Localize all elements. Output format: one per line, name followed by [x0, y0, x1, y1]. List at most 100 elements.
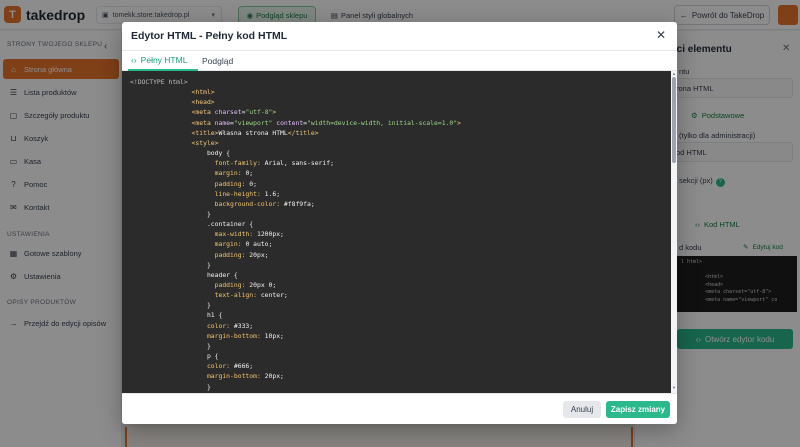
code-token: .container { [130, 220, 254, 229]
code-token: header { [130, 270, 238, 279]
modal-title: Edytor HTML - Pełny kod HTML [131, 30, 288, 42]
tab-preview[interactable]: Podgląd [202, 51, 242, 71]
code-line: margin: 0 auto; [130, 239, 273, 249]
code-line: } [130, 300, 211, 310]
code-line: margin: 0; [130, 168, 254, 178]
code-line: h1 { [130, 310, 222, 320]
code-token: 20px; [249, 250, 269, 259]
code-line: <meta charset="utf-8"> [130, 107, 277, 117]
code-token: > [457, 118, 461, 127]
code-token: margin: [130, 240, 246, 249]
code-line: <html> [130, 87, 215, 97]
code-token: padding: [130, 179, 250, 188]
code-line: header { [130, 270, 238, 280]
scrollbar-thumb[interactable] [672, 77, 676, 163]
code-line: text-align: center; [130, 290, 288, 300]
code-line: max-width: 1200px; [130, 229, 284, 239]
code-token: #666; [233, 362, 254, 371]
code-token: color: [130, 362, 234, 371]
code-token: color: [130, 321, 234, 330]
code-token: <html> [130, 88, 215, 97]
code-editor[interactable]: <!DOCTYPE html> <html> <head> <meta char… [122, 71, 671, 393]
editor-scrollbar[interactable]: ▲ ▼ [671, 71, 677, 393]
code-line: <style> [130, 138, 219, 148]
tab-full-html-label: Pełny HTML [140, 55, 188, 65]
code-line: } [130, 382, 211, 392]
code-token: h1 { [130, 311, 223, 320]
code-token: "viewport" [233, 118, 277, 127]
code-token: 0; [245, 169, 254, 178]
code-token: text-align: [130, 291, 261, 300]
modal-tabs: ‹› Pełny HTML Podgląd [122, 51, 677, 71]
code-token: charset [214, 108, 242, 117]
code-token: 1.6; [264, 189, 281, 198]
code-line: <meta name="viewport" content="width=dev… [130, 118, 461, 128]
code-token: 1200px; [256, 230, 284, 239]
code-token: } [130, 209, 211, 218]
code-line: margin-bottom: 20px; [130, 371, 284, 381]
code-token: <meta [130, 108, 215, 117]
code-line: <head> [130, 97, 215, 107]
code-line: } [130, 341, 211, 351]
html-editor-modal: Edytor HTML - Pełny kod HTML ✕ ‹› Pełny … [122, 22, 677, 424]
code-token: p { [130, 352, 219, 361]
code-token: line-height: [130, 189, 265, 198]
close-icon[interactable]: ✕ [656, 28, 666, 42]
code-line: margin-bottom: 10px; [130, 331, 284, 341]
code-line: } [130, 260, 211, 270]
code-line: line-height: 1.6; [130, 189, 280, 199]
code-line: } [130, 209, 211, 219]
code-line: <title>Własna strona HTML</title> [130, 128, 319, 138]
code-token: "utf-8" [245, 108, 273, 117]
code-token: 10px; [264, 331, 284, 340]
code-token: background-color: [130, 199, 284, 208]
modal-header: Edytor HTML - Pełny kod HTML ✕ [122, 22, 677, 51]
code-token: name [214, 118, 231, 127]
code-token: Własna strona HTML [218, 128, 288, 137]
modal-footer: Anuluj Zapisz zmiany [122, 393, 677, 424]
code-line: color: #666; [130, 361, 253, 371]
code-token: #f8f9fa; [283, 199, 315, 208]
code-token: Arial, sans-serif; [264, 159, 334, 168]
code-line: padding: 20px; [130, 250, 269, 260]
code-token: padding: [130, 250, 250, 259]
code-token: } [130, 341, 211, 350]
scroll-down-icon[interactable]: ▼ [671, 385, 677, 390]
code-token: #333; [233, 321, 254, 330]
code-token: "width=device-width, initial-scale=1.0" [307, 118, 458, 127]
code-line: .container { [130, 219, 253, 229]
cancel-button[interactable]: Anuluj [563, 401, 601, 418]
code-token: max-width: [130, 230, 257, 239]
code-token: font-family: [130, 159, 265, 168]
code-token: 0 auto; [245, 240, 273, 249]
code-token: } [130, 382, 211, 391]
code-line: padding: 20px 0; [130, 280, 277, 290]
code-line: p { [130, 351, 219, 361]
code-token: 20px; [264, 372, 284, 381]
code-line: background-color: #f8f9fa; [130, 199, 315, 209]
code-token: padding: [130, 281, 250, 289]
code-token: center; [260, 291, 288, 300]
scroll-up-icon[interactable]: ▲ [671, 71, 677, 76]
code-token: 20px 0; [249, 281, 277, 289]
code-token: <style> [130, 138, 219, 147]
tab-preview-label: Podgląd [202, 56, 234, 66]
code-token: <title> [130, 128, 219, 137]
code-token: margin-bottom: [130, 331, 265, 340]
code-token: margin: [130, 169, 246, 178]
code-token: 0; [249, 179, 257, 188]
save-changes-button[interactable]: Zapisz zmiany [606, 401, 670, 418]
code-token: <head> [130, 98, 215, 107]
code-token: content [276, 118, 304, 127]
code-token: </title> [287, 128, 319, 137]
code-line: <!DOCTYPE html> [130, 77, 188, 87]
code-token: } [130, 260, 211, 269]
code-icon: ‹› [131, 55, 137, 65]
code-line: body { [130, 148, 230, 158]
tab-full-html[interactable]: ‹› Pełny HTML [128, 51, 198, 71]
code-line: font-family: Arial, sans-serif; [130, 158, 334, 168]
code-token: margin-bottom: [130, 372, 265, 381]
code-token: body { [130, 149, 231, 158]
code-line: padding: 0; [130, 179, 257, 189]
code-token: > [272, 108, 277, 117]
